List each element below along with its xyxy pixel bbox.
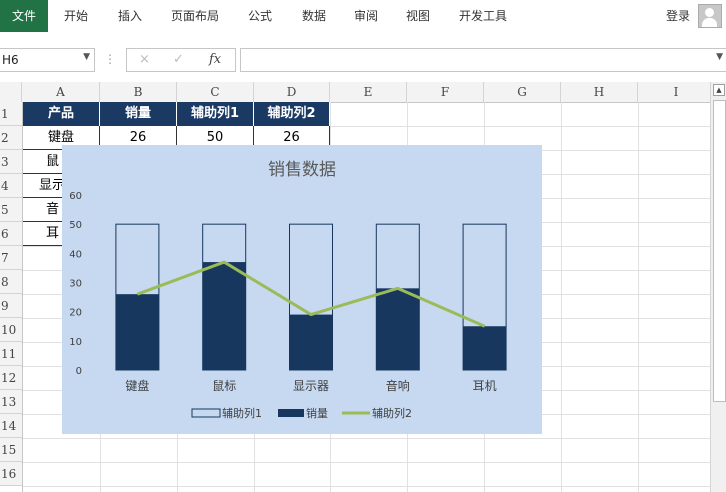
scroll-up-icon[interactable]: ▲ <box>713 84 725 96</box>
tab-review[interactable]: 审阅 <box>346 0 386 32</box>
bar-sales <box>115 294 159 370</box>
name-box-value: H6 <box>2 53 19 67</box>
tab-formulas[interactable]: 公式 <box>240 0 280 32</box>
tab-data[interactable]: 数据 <box>294 0 334 32</box>
bar-sales <box>289 314 333 370</box>
row-header-4[interactable]: 4 <box>0 174 22 198</box>
x-tick-label: 耳机 <box>473 379 497 393</box>
login-link[interactable]: 登录 <box>666 0 690 32</box>
y-tick-label: 10 <box>69 337 82 348</box>
y-tick-label: 30 <box>69 279 82 290</box>
sales-chart[interactable]: 销售数据 0 10 20 30 40 50 60 键盘 鼠标 显示器 音响 耳机辅助列1 销量 辅助列2 <box>62 145 542 434</box>
y-tick-label: 40 <box>69 249 82 260</box>
legend-swatch-sales <box>278 409 304 417</box>
tab-file[interactable]: 文件 <box>0 0 48 32</box>
tab-page-layout[interactable]: 页面布局 <box>166 0 224 32</box>
cancel-icon[interactable]: × <box>139 52 150 67</box>
ribbon: 文件 开始 插入 页面布局 公式 数据 审阅 视图 开发工具 登录 <box>0 0 726 36</box>
tab-home[interactable]: 开始 <box>56 0 96 32</box>
vertical-scrollbar[interactable]: ▲ <box>710 82 726 492</box>
legend-label-helper1: 辅助列1 <box>222 406 262 420</box>
row-header-1[interactable]: 1 <box>0 102 22 126</box>
x-tick-label: 键盘 <box>125 378 149 393</box>
column-header-e[interactable]: E <box>330 82 407 102</box>
y-tick-label: 0 <box>76 366 82 377</box>
column-header-f[interactable]: F <box>407 82 484 102</box>
row-header-7[interactable]: 7 <box>0 246 22 270</box>
chart-svg: 销售数据 0 10 20 30 40 50 60 键盘 鼠标 显示器 音响 耳机辅助列1 销量 辅助列2 <box>69 160 507 420</box>
expand-formula-icon[interactable]: ▼ <box>716 52 723 62</box>
column-header-b[interactable]: B <box>100 82 177 102</box>
formula-input[interactable]: ▼ <box>240 48 726 72</box>
row-header-3[interactable]: 3 <box>0 150 22 174</box>
row-header-15[interactable]: 15 <box>0 438 22 462</box>
user-avatar-icon[interactable] <box>698 4 722 28</box>
insert-function-icon[interactable]: fx <box>209 52 221 67</box>
column-header-d[interactable]: D <box>254 82 330 102</box>
row-header-12[interactable]: 12 <box>0 366 22 390</box>
formula-bar: H6 ▼ ⋮ × ✓ fx ▼ <box>0 48 726 72</box>
x-tick-label: 显示器 <box>293 379 329 393</box>
row-header-14[interactable]: 14 <box>0 414 22 438</box>
cell-c1[interactable]: 辅助列1 <box>177 102 254 126</box>
x-tick-label: 音响 <box>386 378 410 393</box>
legend-label-helper2: 辅助列2 <box>372 406 412 420</box>
tab-view[interactable]: 视图 <box>398 0 438 32</box>
column-header-a[interactable]: A <box>22 82 100 102</box>
bar-sales <box>376 288 420 370</box>
row-header-13[interactable]: 13 <box>0 390 22 414</box>
chevron-down-icon[interactable]: ▼ <box>83 52 90 62</box>
row-header-11[interactable]: 11 <box>0 342 22 366</box>
select-all-corner[interactable] <box>0 82 22 102</box>
name-box[interactable]: H6 ▼ <box>0 48 95 72</box>
cell-d1[interactable]: 辅助列2 <box>254 102 330 126</box>
chart-title: 销售数据 <box>268 160 336 180</box>
column-headers: A B C D E F G H I <box>0 82 710 103</box>
legend-label-sales: 销量 <box>306 406 328 420</box>
row-header-16[interactable]: 16 <box>0 462 22 486</box>
legend-swatch-helper1 <box>191 408 221 418</box>
row-header-9[interactable]: 9 <box>0 294 22 318</box>
tab-developer[interactable]: 开发工具 <box>454 0 512 32</box>
formula-buttons: × ✓ fx <box>126 48 236 72</box>
row-header-5[interactable]: 5 <box>0 198 22 222</box>
y-tick-label: 60 <box>69 191 82 202</box>
row-header-10[interactable]: 10 <box>0 318 22 342</box>
row-header-6[interactable]: 6 <box>0 222 22 246</box>
y-tick-label: 50 <box>69 220 82 231</box>
cell-a1[interactable]: 产品 <box>23 102 100 126</box>
bar-sales <box>463 326 507 370</box>
column-header-i[interactable]: I <box>638 82 710 102</box>
y-tick-label: 20 <box>69 308 82 319</box>
column-header-h[interactable]: H <box>561 82 638 102</box>
scrollbar-thumb[interactable] <box>713 100 726 402</box>
row-header-2[interactable]: 2 <box>0 126 22 150</box>
check-icon[interactable]: ✓ <box>173 52 184 67</box>
x-tick-label: 鼠标 <box>212 379 236 393</box>
bar-sales <box>202 262 246 370</box>
more-dots-icon: ⋮ <box>104 52 116 66</box>
tab-insert[interactable]: 插入 <box>110 0 150 32</box>
column-header-g[interactable]: G <box>484 82 561 102</box>
column-header-c[interactable]: C <box>177 82 254 102</box>
cell-b1[interactable]: 销量 <box>100 102 177 126</box>
row-header-8[interactable]: 8 <box>0 270 22 294</box>
